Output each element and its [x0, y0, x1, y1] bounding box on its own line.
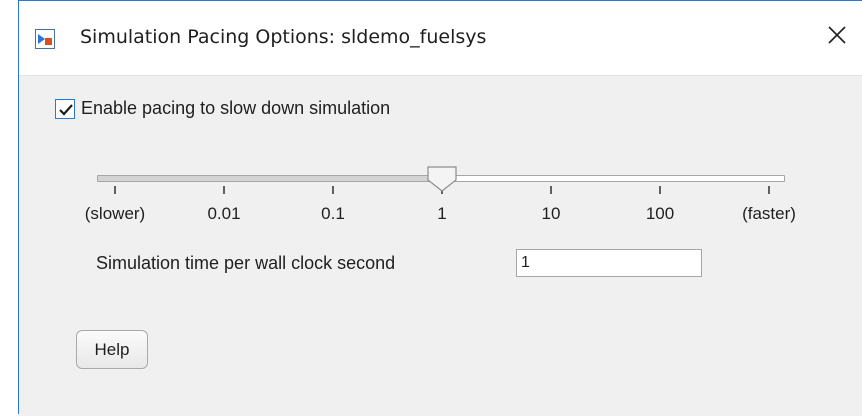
slider-tick-label: 0.01	[207, 204, 241, 223]
close-button[interactable]	[812, 13, 862, 57]
window-title: Simulation Pacing Options: sldemo_fuelsy…	[80, 26, 487, 48]
slider-tick	[768, 186, 770, 194]
slider-tick-label: 10	[541, 204, 561, 223]
enable-pacing-checkbox[interactable]	[55, 98, 75, 119]
checkmark-icon	[59, 103, 73, 116]
slider-tick-label: 0.1	[321, 204, 345, 223]
slider-tick-label: (faster)	[742, 204, 796, 223]
dialog-content: Enable pacing to slow down simulation (s…	[19, 75, 862, 416]
enable-pacing-row: Enable pacing to slow down simulation	[55, 98, 390, 119]
help-button[interactable]: Help	[76, 330, 148, 369]
dialog-window: Simulation Pacing Options: sldemo_fuelsy…	[18, 0, 862, 416]
title-bar: Simulation Pacing Options: sldemo_fuelsy…	[19, 1, 862, 75]
slider-tick-label: 1	[437, 204, 447, 223]
slider-thumb[interactable]	[427, 166, 457, 192]
slider-tick-label: (slower)	[84, 204, 146, 223]
simulink-icon	[35, 29, 55, 49]
close-icon	[828, 26, 846, 44]
slider-tick	[332, 186, 334, 194]
enable-pacing-label: Enable pacing to slow down simulation	[81, 98, 391, 118]
slider-tick	[550, 186, 552, 194]
slider-tick	[659, 186, 661, 194]
sim-time-per-second-label: Simulation time per wall clock second	[96, 253, 396, 273]
slider-tick	[223, 186, 225, 194]
sim-time-per-second-input[interactable]	[516, 249, 702, 277]
slider-track-fill	[98, 176, 443, 181]
slider-tick-label: 100	[645, 204, 675, 223]
slider-tick	[114, 186, 116, 194]
